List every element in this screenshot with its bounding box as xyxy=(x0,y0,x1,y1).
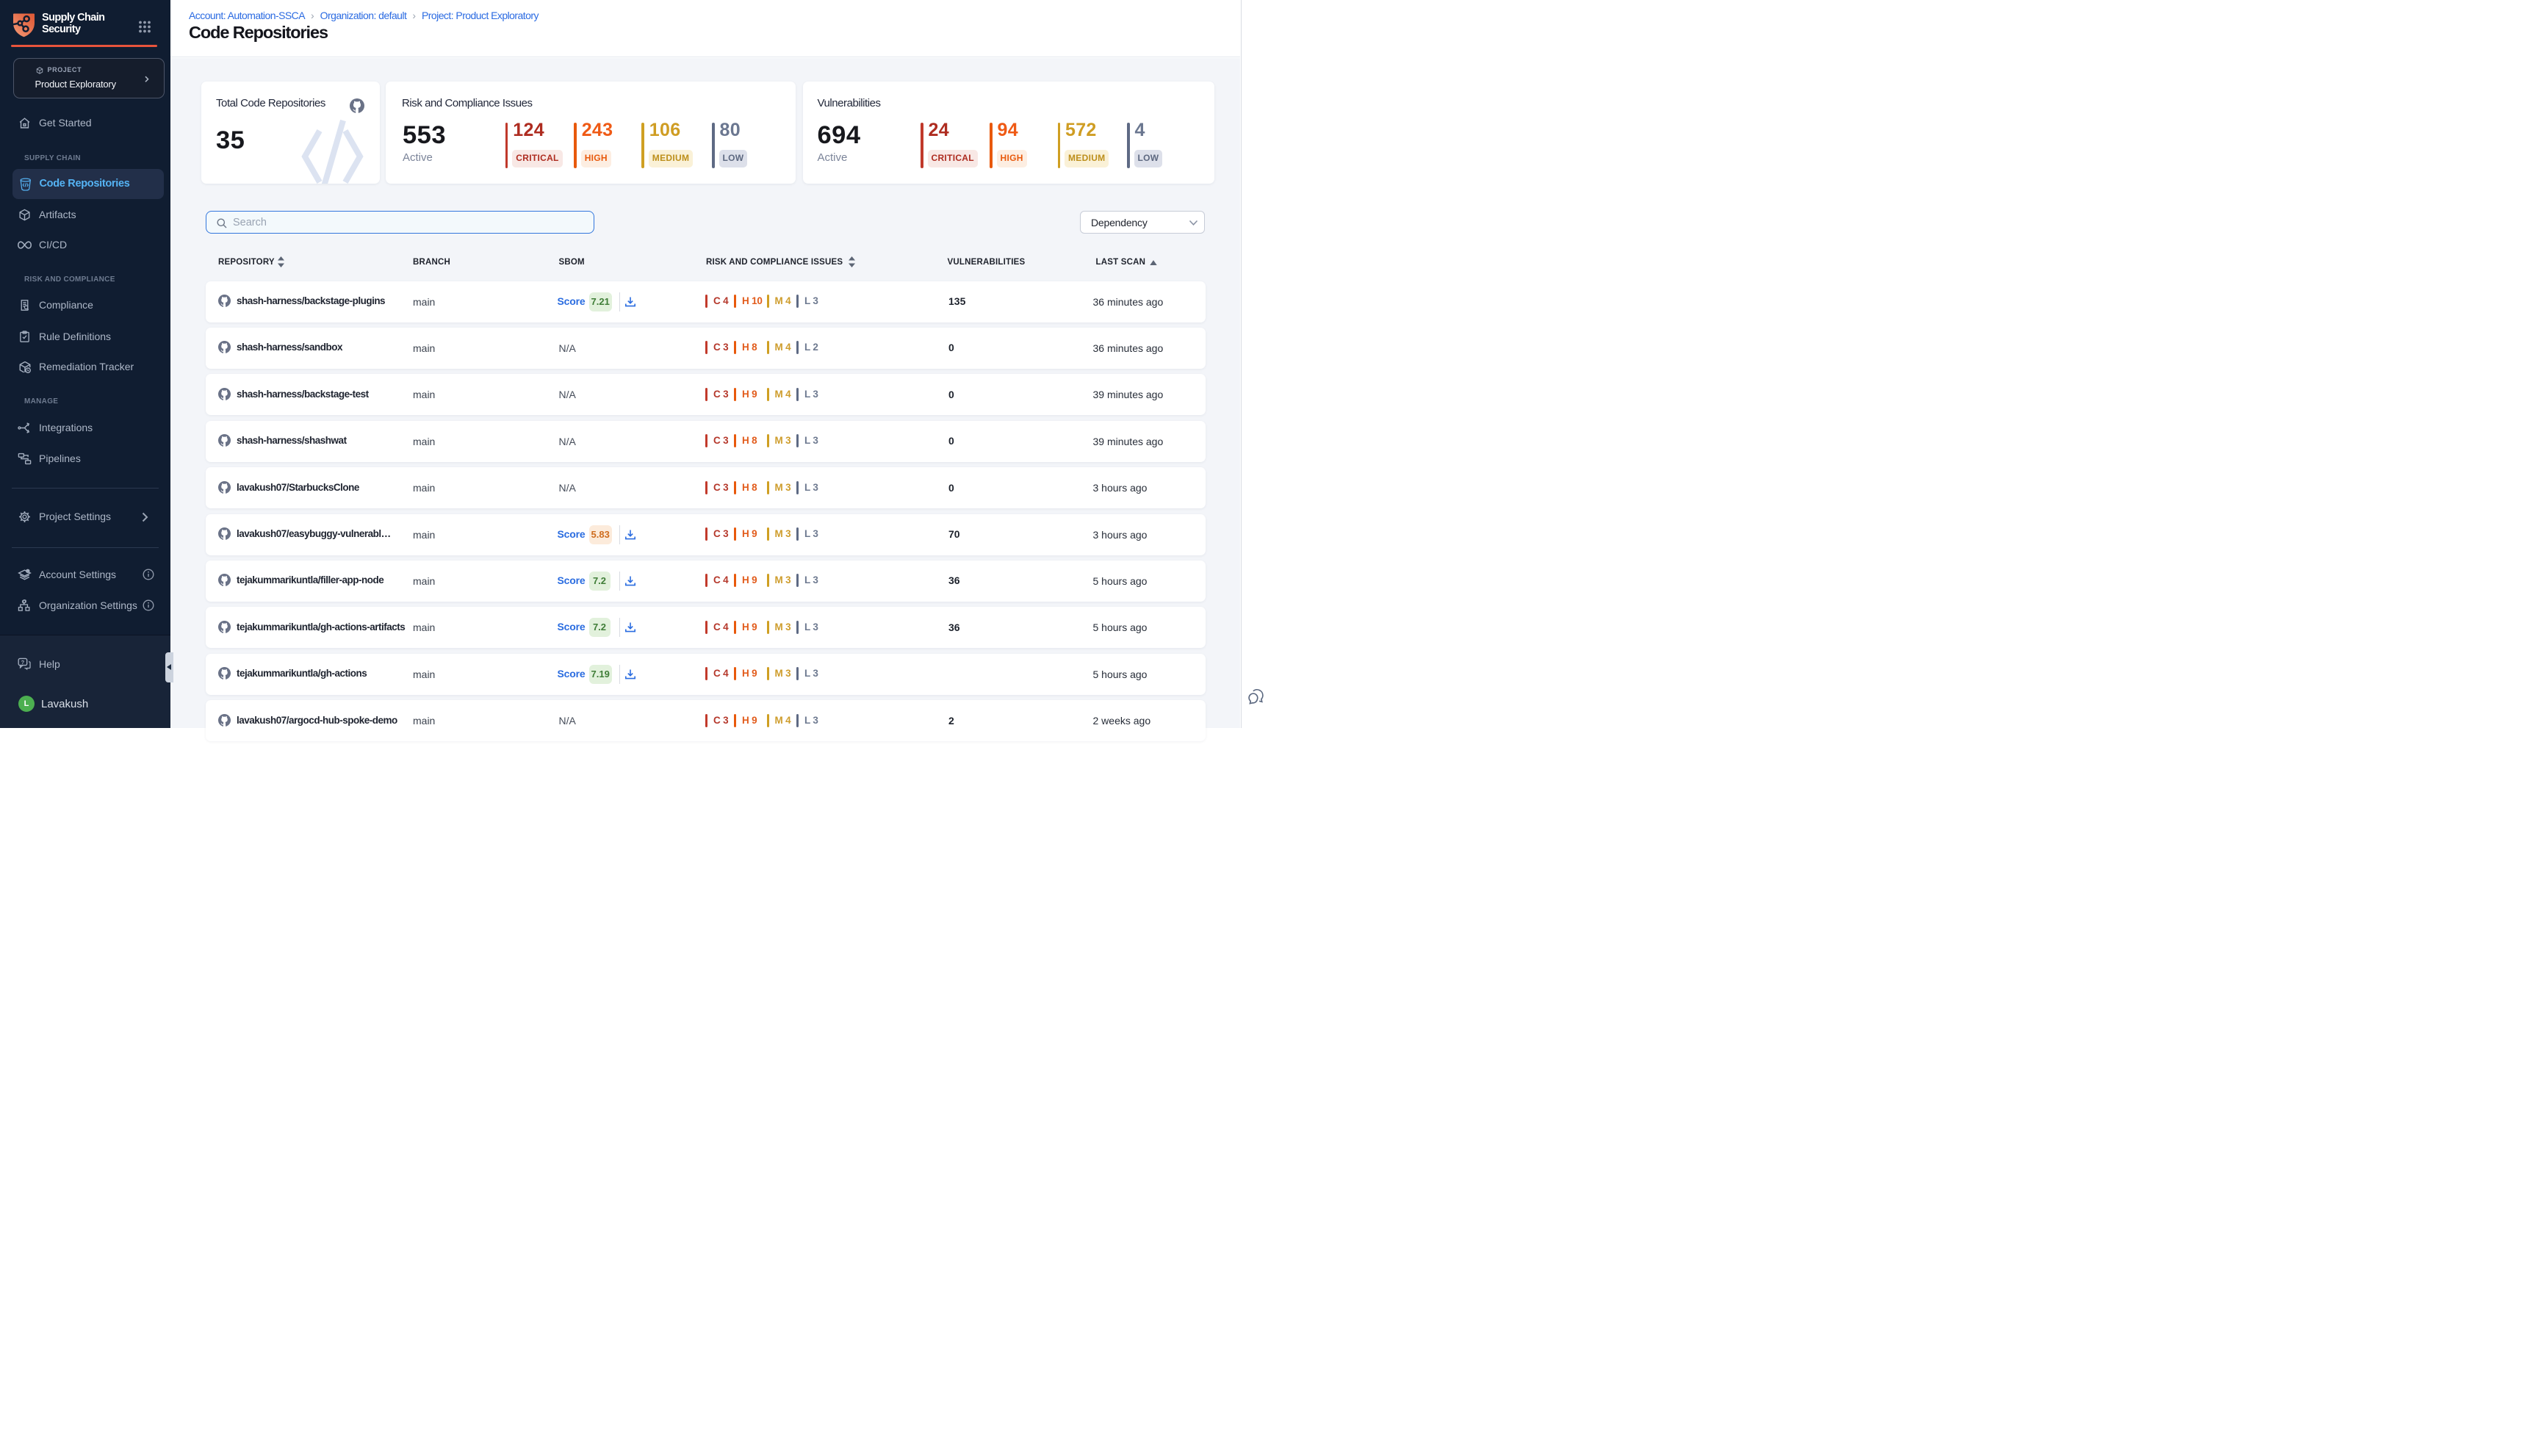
svg-text:?: ? xyxy=(21,659,25,666)
